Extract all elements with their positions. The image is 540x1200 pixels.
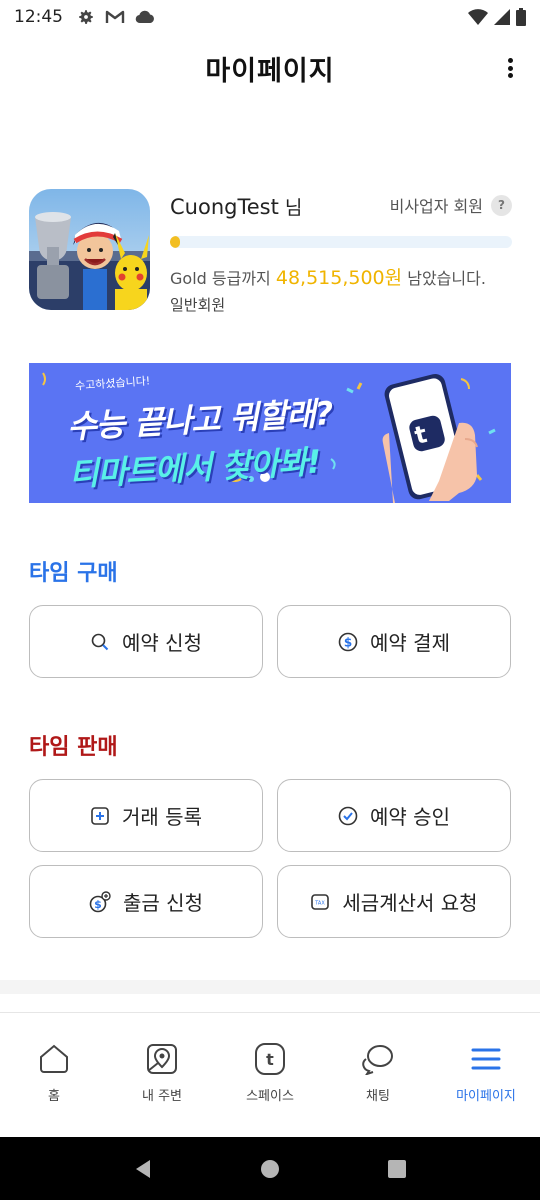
help-icon[interactable]: ?: [491, 194, 512, 216]
avatar-image: [29, 189, 150, 310]
status-notification-icons: [77, 8, 155, 26]
nav-label-nearby: 내 주변: [141, 1089, 182, 1104]
signal-icon: [494, 9, 510, 25]
withdraw-icon: $: [89, 890, 111, 912]
nav-label-home: 홈: [48, 1089, 60, 1104]
reservation-approve-button[interactable]: 예약 승인: [277, 779, 511, 852]
avatar[interactable]: [29, 189, 150, 310]
grade-progress-bar: [170, 236, 512, 248]
home-circle-icon[interactable]: [259, 1158, 281, 1180]
trade-register-label: 거래 등록: [122, 805, 202, 829]
space-t-icon: t: [255, 1043, 285, 1075]
more-vertical-icon[interactable]: [502, 54, 518, 82]
app-header: 마이페이지: [0, 40, 540, 96]
page-title: 마이페이지: [205, 55, 335, 87]
grade-amount: 48,515,500원: [275, 267, 403, 289]
profile-name-row: CuongTest 님: [170, 193, 302, 220]
svg-text:$: $: [94, 898, 102, 911]
profile-name: CuongTest: [170, 195, 279, 219]
tax-icon: TAX: [311, 893, 330, 910]
reservation-request-button[interactable]: 예약 신청: [29, 605, 263, 678]
nav-label-space: 스페이스: [246, 1089, 294, 1104]
recents-icon[interactable]: [386, 1158, 408, 1180]
grade-remaining-text: Gold 등급까지 48,515,500원 남았습니다.: [170, 263, 486, 290]
withdraw-request-button[interactable]: $ 출금 신청: [29, 865, 263, 938]
reservation-payment-label: 예약 결제: [370, 631, 450, 655]
member-type-label: 비사업자 회원: [389, 197, 483, 216]
nav-label-mypage: 마이페이지: [456, 1089, 516, 1104]
sell-section-title: 타임 판매: [29, 735, 118, 760]
reservation-payment-button[interactable]: $ 예약 결제: [277, 605, 511, 678]
profile-card: CuongTest 님 비사업자 회원 ? Gold 등급까지 48,515,5…: [29, 189, 512, 314]
battery-icon: [516, 8, 526, 26]
nav-label-chat: 채팅: [366, 1089, 390, 1104]
withdraw-request-label: 출금 신청: [123, 891, 203, 915]
svg-text:$: $: [344, 635, 352, 649]
nav-item-chat[interactable]: 채팅: [324, 1013, 432, 1137]
status-bar: 12:45: [0, 0, 540, 34]
section-divider: [0, 980, 540, 994]
check-circle-icon: [338, 806, 358, 825]
wifi-icon: [468, 9, 488, 25]
map-pin-icon: [147, 1044, 177, 1074]
gmail-icon: [105, 10, 125, 23]
dollar-circle-icon: $: [338, 632, 358, 651]
nav-item-space[interactable]: t 스페이스: [216, 1013, 324, 1137]
search-icon: [91, 633, 109, 650]
reservation-approve-label: 예약 승인: [370, 805, 450, 829]
menu-icon: [471, 1048, 501, 1070]
profile-name-suffix: 님: [284, 197, 303, 219]
cloud-icon: [135, 10, 154, 24]
grade-level: 일반회원: [170, 296, 226, 314]
svg-text:TAX: TAX: [315, 900, 326, 906]
nav-item-nearby[interactable]: 내 주변: [108, 1013, 216, 1137]
system-nav-bar: [0, 1137, 540, 1200]
buy-section-title: 타임 구매: [29, 561, 118, 586]
grade-prefix: Gold 등급까지: [170, 269, 271, 288]
tax-invoice-request-button[interactable]: TAX 세금계산서 요청: [277, 865, 511, 938]
trade-register-button[interactable]: 거래 등록: [29, 779, 263, 852]
grade-progress-fill: [170, 236, 181, 248]
nav-item-mypage[interactable]: 마이페이지: [432, 1013, 540, 1137]
status-time: 12:45: [14, 7, 63, 27]
chat-icon: [362, 1045, 393, 1075]
svg-text:t: t: [266, 1050, 274, 1069]
gear-icon: [79, 10, 93, 24]
nav-item-home[interactable]: 홈: [0, 1013, 108, 1137]
home-icon: [40, 1044, 68, 1073]
tax-invoice-request-label: 세금계산서 요청: [342, 891, 478, 915]
bottom-nav: 홈 내 주변 t 스페이스 채팅 마이페이지: [0, 1013, 540, 1137]
member-type: 비사업자 회원 ?: [390, 193, 512, 217]
plus-square-icon: [91, 806, 109, 825]
status-system-icons: [468, 8, 526, 26]
grade-suffix: 남았습니다.: [407, 269, 486, 288]
promo-banner[interactable]: 수고하셨습니다! 수능 끝나고 뭐할래? 티마트에서 찾아봐! t: [29, 363, 511, 503]
reservation-request-label: 예약 신청: [122, 631, 202, 655]
back-icon[interactable]: [132, 1158, 154, 1180]
